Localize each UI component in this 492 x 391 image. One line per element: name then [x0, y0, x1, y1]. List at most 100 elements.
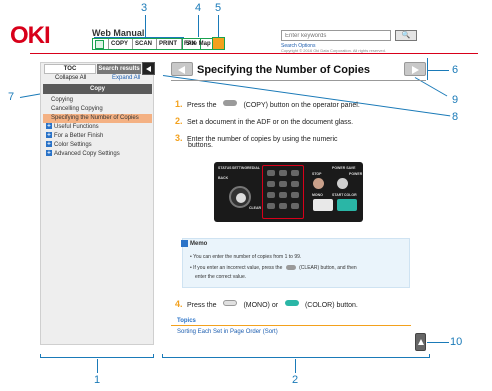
tab-search-results[interactable]: Search results: [97, 64, 141, 74]
rss-icon[interactable]: [212, 37, 225, 50]
key-icon: [279, 170, 287, 176]
callout-10-line: [427, 342, 449, 343]
toc-item-number-of-copies[interactable]: Specifying the Number of Copies: [43, 114, 152, 123]
toc-section-copy[interactable]: Copy: [43, 84, 152, 94]
step-number: 4.: [175, 299, 183, 309]
mono-label: MONO: [312, 193, 323, 197]
callout-3: 3: [141, 2, 148, 14]
callout-4-line: [198, 15, 199, 37]
header-divider: [30, 53, 478, 54]
step-text: Press the: [186, 302, 217, 309]
power-label: POWER: [349, 172, 363, 176]
ok-button-icon: [236, 193, 246, 203]
page-title: Specifying the Number of Copies: [197, 64, 370, 76]
next-page-button[interactable]: [404, 62, 426, 76]
callout-5: 5: [215, 2, 222, 14]
step-number: 2.: [175, 116, 183, 126]
toc-folder-label: For a Better Finish: [54, 133, 104, 139]
expand-plus-icon[interactable]: +: [46, 141, 52, 148]
memo-line: enter the correct value.: [195, 274, 247, 280]
step-text: (COPY) button on the operator panel.: [243, 102, 360, 109]
step-text: (MONO) or: [243, 302, 279, 309]
callout-8: 8: [452, 111, 459, 123]
previous-page-button[interactable]: [171, 62, 193, 76]
memo-text: You can enter the number of copies from …: [193, 254, 302, 260]
setting-label: SETTING: [232, 166, 248, 170]
step-text: (COLOR) button.: [304, 302, 358, 309]
step-number: 1.: [175, 99, 183, 109]
power-save-button-icon: [337, 178, 348, 189]
step-text: buttons.: [188, 142, 213, 149]
toc-item-copying[interactable]: Copying: [43, 96, 152, 105]
numeric-keypad-highlight: [262, 165, 304, 219]
key-icon: [291, 192, 299, 198]
stop-label: STOP: [312, 172, 322, 176]
copy-button-icon: [223, 99, 237, 106]
memo-line: • If you enter an incorrect value, press…: [190, 265, 357, 271]
memo-text: If you enter an incorrect value, press t…: [193, 265, 283, 271]
toc-folder-advanced-copy[interactable]: + Advanced Copy Settings: [43, 150, 152, 159]
callout-1-line: [97, 359, 98, 373]
callout-3-bracket: [94, 37, 184, 38]
expand-plus-icon[interactable]: +: [46, 150, 52, 157]
back-to-top-button[interactable]: [415, 333, 426, 351]
mono-start-button-icon: [313, 199, 333, 211]
back-label: BACK: [218, 176, 229, 180]
collapse-all-link[interactable]: Collapse All: [55, 75, 86, 81]
key-icon: [291, 170, 299, 176]
callout-9: 9: [452, 94, 459, 106]
callout-6: 6: [452, 64, 459, 76]
stop-button-icon: [313, 178, 324, 189]
step-1: 1. Press the (COPY) button on the operat…: [175, 94, 360, 112]
sidebar-bracket: [40, 354, 154, 358]
memo-title: Memo: [190, 241, 208, 247]
clear-label: CLEAR: [249, 206, 262, 210]
step-4: 4. Press the (MONO) or (COLOR) button.: [175, 294, 358, 312]
toc-folder-useful-functions[interactable]: + Useful Functions: [43, 123, 152, 132]
callout-4: 4: [195, 2, 202, 14]
expand-plus-icon[interactable]: +: [46, 123, 52, 130]
sidebar-collapse-button[interactable]: [142, 62, 155, 75]
nav-print[interactable]: PRINT: [156, 39, 179, 49]
toc-folder-color-settings[interactable]: + Color Settings: [43, 141, 152, 150]
toc-item-cancelling-copying[interactable]: Cancelling Copying: [43, 105, 152, 114]
topic-link-sort[interactable]: Sorting Each Set in Page Order (Sort): [177, 329, 278, 335]
power-save-label: POWER SAVE: [332, 166, 356, 170]
search-input[interactable]: [281, 30, 391, 41]
toc-folder-label: Color Settings: [54, 142, 92, 148]
nav-scan[interactable]: SCAN: [132, 39, 154, 49]
color-label: COLOR: [344, 193, 357, 197]
memo-text: (CLEAR) button, and then: [299, 265, 357, 271]
clear-button-icon: [285, 265, 296, 271]
key-icon: [267, 192, 275, 198]
toc-folder-label: Useful Functions: [54, 124, 99, 130]
status-label: STATUS: [218, 166, 232, 170]
expand-plus-icon[interactable]: +: [46, 132, 52, 139]
redial-label: REDIAL: [247, 166, 261, 170]
tab-toc[interactable]: TOC: [44, 64, 96, 74]
toc-folder-better-finish[interactable]: + For a Better Finish: [43, 132, 152, 141]
key-icon: [267, 181, 275, 187]
site-map-link[interactable]: Site Map: [182, 38, 215, 50]
step-text: Set a document in the ADF or on the docu…: [186, 119, 354, 126]
color-start-button-icon: [337, 199, 357, 211]
search-button[interactable]: 🔍: [395, 30, 417, 41]
key-icon: [291, 203, 299, 209]
callout-1: 1: [94, 374, 101, 386]
start-label: START: [332, 193, 344, 197]
topics-divider: [171, 325, 411, 326]
key-icon: [279, 181, 287, 187]
memo-line: • You can enter the number of copies fro…: [190, 254, 302, 260]
nav-copy[interactable]: COPY: [108, 39, 130, 49]
callout-3-line: [145, 15, 146, 37]
callout-5-line: [218, 15, 219, 37]
home-icon[interactable]: [95, 39, 104, 49]
step-text: Press the: [186, 102, 217, 109]
callout-7: 7: [8, 91, 15, 103]
key-icon: [279, 203, 287, 209]
callout-10: 10: [450, 336, 463, 348]
expand-all-link[interactable]: Expand All: [112, 75, 140, 81]
toc-folder-label: Advanced Copy Settings: [54, 151, 120, 157]
step-2: 2. Set a document in the ADF or on the d…: [175, 111, 353, 129]
memo-box: [182, 238, 410, 288]
